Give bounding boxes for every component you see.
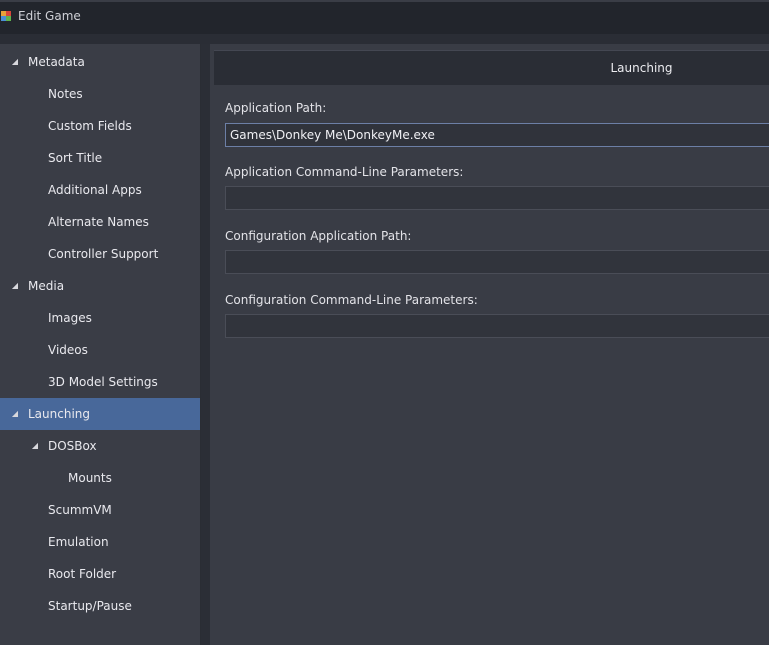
sidebar-tree: ◢ Metadata Notes Custom Fields Sort Titl… bbox=[0, 44, 201, 645]
configuration-parameters-input[interactable] bbox=[225, 314, 769, 338]
sidebar-item-launching[interactable]: ◢ Launching bbox=[0, 398, 200, 430]
app-logo-icon bbox=[1, 11, 11, 21]
sidebar-item-label: Metadata bbox=[28, 55, 85, 69]
sidebar-item-sort-title[interactable]: Sort Title bbox=[0, 142, 200, 174]
application-parameters-input[interactable] bbox=[225, 186, 769, 210]
sidebar-item-dosbox[interactable]: ◢ DOSBox bbox=[0, 430, 200, 462]
sidebar-item-scummvm[interactable]: ScummVM bbox=[0, 494, 200, 526]
sidebar-item-label: Videos bbox=[48, 343, 88, 357]
configuration-parameters-label: Configuration Command-Line Parameters: bbox=[225, 293, 478, 307]
sidebar-item-label: Alternate Names bbox=[48, 215, 149, 229]
sidebar-item-label: Emulation bbox=[48, 535, 109, 549]
sidebar-item-controller-support[interactable]: Controller Support bbox=[0, 238, 200, 270]
expanded-arrow-icon[interactable]: ◢ bbox=[10, 46, 20, 78]
sidebar-item-notes[interactable]: Notes bbox=[0, 78, 200, 110]
title-bar-top-border bbox=[0, 0, 769, 2]
sidebar-item-label: Root Folder bbox=[48, 567, 117, 581]
sidebar-item-images[interactable]: Images bbox=[0, 302, 200, 334]
window-title: Edit Game bbox=[18, 9, 81, 23]
sidebar-item-emulation[interactable]: Emulation bbox=[0, 526, 200, 558]
configuration-path-input[interactable] bbox=[225, 250, 769, 274]
sidebar-item-label: 3D Model Settings bbox=[48, 375, 158, 389]
section-header: Launching bbox=[214, 50, 769, 85]
configuration-path-label: Configuration Application Path: bbox=[225, 229, 412, 243]
expanded-arrow-icon[interactable]: ◢ bbox=[10, 270, 20, 302]
section-title: Launching bbox=[610, 61, 673, 75]
splitter[interactable] bbox=[201, 44, 210, 645]
sidebar-item-label: Images bbox=[48, 311, 92, 325]
sidebar-item-mounts[interactable]: Mounts bbox=[0, 462, 200, 494]
sidebar-item-label: Sort Title bbox=[48, 151, 103, 165]
sidebar-item-label: Notes bbox=[48, 87, 83, 101]
sidebar-item-additional-apps[interactable]: Additional Apps bbox=[0, 174, 200, 206]
expanded-arrow-icon[interactable]: ◢ bbox=[10, 398, 20, 430]
sidebar-item-label: Launching bbox=[28, 407, 91, 421]
sidebar-item-label: Controller Support bbox=[48, 247, 159, 261]
sidebar-item-label: DOSBox bbox=[48, 439, 97, 453]
title-bar: Edit Game bbox=[0, 0, 769, 34]
sidebar-item-label: Additional Apps bbox=[48, 183, 142, 197]
sidebar-item-alternate-names[interactable]: Alternate Names bbox=[0, 206, 200, 238]
sidebar-item-label: Mounts bbox=[68, 471, 112, 485]
sidebar-item-label: Startup/Pause bbox=[48, 599, 132, 613]
application-path-input[interactable]: Games\Donkey Me\DonkeyMe.exe bbox=[225, 123, 769, 147]
application-path-label: Application Path: bbox=[225, 101, 327, 115]
application-parameters-label: Application Command-Line Parameters: bbox=[225, 165, 464, 179]
launching-panel: Launching Application Path: Games\Donkey… bbox=[210, 44, 769, 645]
sidebar-item-label: Custom Fields bbox=[48, 119, 132, 133]
expanded-arrow-icon[interactable]: ◢ bbox=[30, 430, 40, 462]
sidebar-item-videos[interactable]: Videos bbox=[0, 334, 200, 366]
sidebar-item-3d-model-settings[interactable]: 3D Model Settings bbox=[0, 366, 200, 398]
sidebar-item-metadata[interactable]: ◢ Metadata bbox=[0, 46, 200, 78]
sidebar-item-startup-pause[interactable]: Startup/Pause bbox=[0, 590, 200, 622]
title-separator bbox=[0, 34, 769, 44]
sidebar-item-label: Media bbox=[28, 279, 65, 293]
sidebar-item-root-folder[interactable]: Root Folder bbox=[0, 558, 200, 590]
sidebar-item-label: ScummVM bbox=[48, 503, 112, 517]
sidebar-item-media[interactable]: ◢ Media bbox=[0, 270, 200, 302]
sidebar-item-custom-fields[interactable]: Custom Fields bbox=[0, 110, 200, 142]
